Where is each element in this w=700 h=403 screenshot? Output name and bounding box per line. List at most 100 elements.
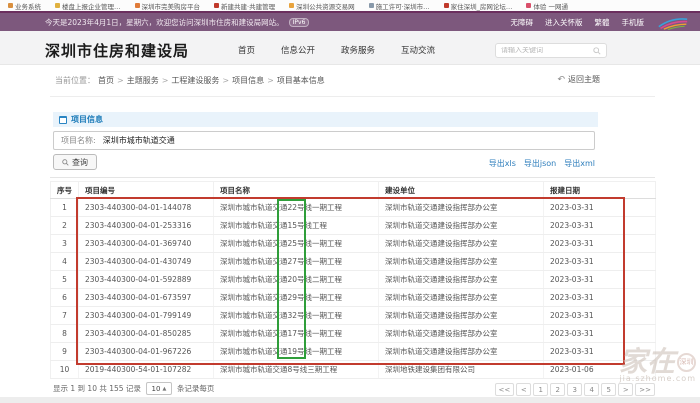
breadcrumb-item[interactable]: 项目信息 — [232, 75, 264, 86]
cell-construction-unit: 深圳市轨道交通建设指挥部办公室 — [379, 199, 544, 217]
search-input[interactable] — [501, 47, 593, 54]
bookmark-favicon-icon — [214, 3, 219, 8]
project-name-label: 项目名称: — [54, 135, 103, 146]
bookmark-item[interactable]: 施工许可·深圳市… — [369, 1, 430, 11]
query-button[interactable]: 查询 — [53, 154, 97, 170]
cell-filing-date: 2023-03-31 — [544, 235, 656, 253]
bookmark-label: 新建共建·共建管理 — [221, 1, 275, 11]
cell-project-name-link[interactable]: 深圳市城市轨道交通22号线一期工程 — [214, 199, 379, 217]
caret-up-icon: ▲ — [162, 386, 166, 392]
bookmark-favicon-icon — [135, 3, 140, 8]
cell-project-name-link[interactable]: 深圳市城市轨道交通19号线一期工程 — [214, 343, 379, 361]
bookmark-item[interactable]: 楼盘上报企业管理… — [55, 1, 121, 11]
bookmark-item[interactable]: 业务系统 — [8, 1, 41, 11]
bookmark-item[interactable]: 家住深圳_房网论坛… — [444, 1, 513, 11]
export-link[interactable]: 导出xml — [564, 158, 595, 169]
cell-construction-unit: 深圳市轨道交通建设指挥部办公室 — [379, 325, 544, 343]
projects-table: 序号项目编号项目名称建设单位报建日期 12303-440300-04-01-14… — [50, 181, 656, 379]
cell-project-name-link[interactable]: 深圳市城市轨道交通15号线工程 — [214, 217, 379, 235]
section-header-project-info: 项目信息 — [53, 112, 598, 127]
breadcrumb-item[interactable]: 首页 — [98, 75, 114, 86]
topbar-links: 无障碍进入关怀版 繁體 手机版 — [511, 15, 691, 30]
ipv6-badge[interactable]: IPv6 — [289, 18, 310, 27]
gov-topbar: 今天是2023年4月1日，星期六，欢迎您访问深圳市住房和建设局网站。 IPv6 … — [0, 11, 700, 31]
cell-project-name-link[interactable]: 深圳市城市轨道交通27号线一期工程 — [214, 253, 379, 271]
back-arrow-icon: ↶ — [557, 75, 565, 85]
table-header-cell: 建设单位 — [379, 182, 544, 199]
bookmark-item[interactable]: 深圳市完美购房平台 — [135, 1, 201, 11]
export-link[interactable]: 导出json — [524, 158, 556, 169]
project-name-input[interactable] — [103, 132, 594, 149]
cell-project-name-link[interactable]: 深圳市城市轨道交通8号线三期工程 — [214, 361, 379, 379]
nav-item[interactable]: 政务服务 — [341, 44, 375, 56]
cell-project-name-link[interactable]: 深圳市城市轨道交通25号线一期工程 — [214, 235, 379, 253]
export-link[interactable]: 导出xls — [489, 158, 516, 169]
table-row: 52303-440300-04-01-592889深圳市城市轨道交通20号线二期… — [51, 271, 656, 289]
cell-project-number-link[interactable]: 2303-440300-04-01-592889 — [79, 271, 214, 289]
page-size-select[interactable]: 10 ▲ — [146, 382, 172, 395]
return-to-topic-link[interactable]: ↶ 返回主题 — [557, 74, 600, 85]
search-icon[interactable] — [593, 47, 601, 55]
cell-construction-unit: 深圳市轨道交通建设指挥部办公室 — [379, 217, 544, 235]
query-button-label: 查询 — [72, 157, 88, 168]
site-search[interactable] — [495, 43, 607, 58]
page-button[interactable]: 5 — [601, 383, 616, 396]
cell-project-number-link[interactable]: 2303-440300-04-01-144078 — [79, 199, 214, 217]
breadcrumb-item[interactable]: 项目基本信息 — [277, 75, 325, 86]
panel-icon — [59, 116, 67, 124]
cell-project-number-link[interactable]: 2303-440300-04-01-850285 — [79, 325, 214, 343]
page-button[interactable]: 1 — [533, 383, 548, 396]
table-header-cell: 项目编号 — [79, 182, 214, 199]
cell-project-name-link[interactable]: 深圳市城市轨道交通20号线二期工程 — [214, 271, 379, 289]
topbar-link-group: 无障碍进入关怀版 繁體 手机版 — [511, 17, 645, 28]
breadcrumb-separator: > — [162, 76, 169, 85]
bookmark-item[interactable]: 新建共建·共建管理 — [214, 1, 275, 11]
bookmark-favicon-icon — [289, 3, 294, 8]
cell-project-name-link[interactable]: 深圳市城市轨道交通29号线一期工程 — [214, 289, 379, 307]
topbar-link[interactable]: 无障碍 — [511, 17, 534, 28]
cell-construction-unit: 深圳市轨道交通建设指挥部办公室 — [379, 307, 544, 325]
page-button[interactable]: < — [516, 383, 531, 396]
breadcrumb: 当前位置： 首页>主题服务>工程建设服务>项目信息>项目基本信息 — [55, 75, 325, 86]
bookmark-label: 深圳市完美购房平台 — [142, 1, 201, 11]
cell-filing-date: 2023-03-31 — [544, 253, 656, 271]
table-header-cell: 报建日期 — [544, 182, 656, 199]
page-button[interactable]: 4 — [584, 383, 599, 396]
page-button[interactable]: >> — [635, 383, 655, 396]
breadcrumb-item[interactable]: 主题服务 — [127, 75, 159, 86]
table-row: 32303-440300-04-01-369740深圳市城市轨道交通25号线一期… — [51, 235, 656, 253]
topbar-link[interactable]: 繁體 — [595, 17, 610, 28]
cell-project-number-link[interactable]: 2303-440300-04-01-369740 — [79, 235, 214, 253]
nav-item[interactable]: 互动交流 — [401, 44, 435, 56]
nav-item[interactable]: 信息公开 — [281, 44, 315, 56]
page-button[interactable]: 3 — [567, 383, 582, 396]
page-button[interactable]: << — [495, 383, 515, 396]
cell-project-number-link[interactable]: 2303-440300-04-01-430749 — [79, 253, 214, 271]
main-nav: 首页 信息公开 政务服务 互动交流 — [238, 44, 435, 56]
nav-item[interactable]: 首页 — [238, 44, 255, 56]
bookmark-item[interactable]: 体验 一网通 — [526, 1, 568, 11]
cell-project-number-link[interactable]: 2303-440300-04-01-253316 — [79, 217, 214, 235]
cell-project-name-link[interactable]: 深圳市城市轨道交通32号线一期工程 — [214, 307, 379, 325]
bookmark-favicon-icon — [444, 3, 449, 8]
cell-index: 6 — [51, 289, 79, 307]
cell-construction-unit: 深圳市轨道交通建设指挥部办公室 — [379, 271, 544, 289]
topbar-link[interactable]: 进入关怀版 — [545, 17, 583, 28]
topbar-link[interactable]: 手机版 — [622, 17, 645, 28]
cell-project-number-link[interactable]: 2303-440300-04-01-673597 — [79, 289, 214, 307]
page-button[interactable]: 2 — [550, 383, 565, 396]
cell-construction-unit: 深圳市轨道交通建设指挥部办公室 — [379, 289, 544, 307]
cell-project-number-link[interactable]: 2019-440300-54-01-107282 — [79, 361, 214, 379]
cell-project-number-link[interactable]: 2303-440300-04-01-799149 — [79, 307, 214, 325]
bookmark-item[interactable]: 深圳公共资源交易网 — [289, 1, 355, 11]
cell-project-name-link[interactable]: 深圳市城市轨道交通17号线一期工程 — [214, 325, 379, 343]
table-header-cell: 序号 — [51, 182, 79, 199]
project-name-field[interactable]: 项目名称: — [53, 131, 595, 150]
table-row: 92303-440300-04-01-967226深圳市城市轨道交通19号线一期… — [51, 343, 656, 361]
browser-window: 业务系统 楼盘上报企业管理… 深圳市完美购房平台 新建共建·共建管理 深圳公共资源交易网… — [0, 0, 700, 403]
bookmark-favicon-icon — [55, 3, 60, 8]
cell-project-number-link[interactable]: 2303-440300-04-01-967226 — [79, 343, 214, 361]
breadcrumb-item[interactable]: 工程建设服务 — [171, 75, 219, 86]
bookmark-label: 家住深圳_房网论坛… — [451, 1, 513, 11]
page-button[interactable]: > — [618, 383, 633, 396]
